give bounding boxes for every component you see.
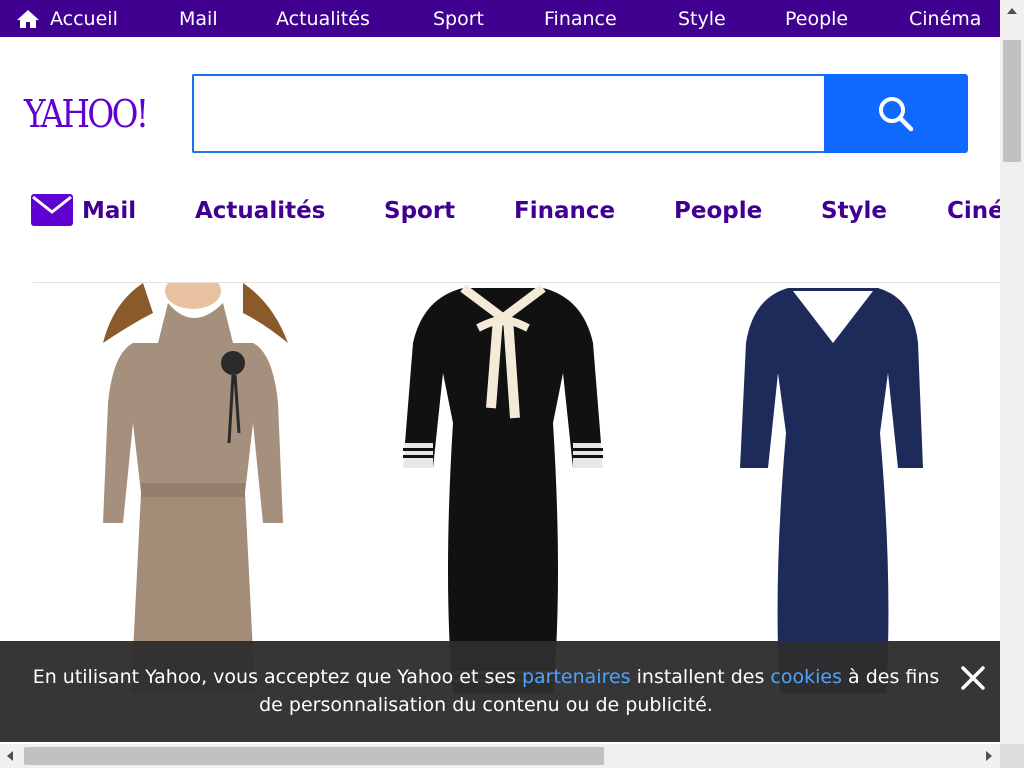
subnav-style-link[interactable]: Style — [821, 198, 887, 224]
ad-image-strip — [33, 282, 1000, 702]
vertical-scrollbar[interactable] — [1000, 0, 1024, 744]
secondary-navigation: Mail Actualités Sport Finance People Sty… — [0, 190, 1000, 234]
top-navigation-bar: Accueil Mail Actualités Sport Finance St… — [0, 0, 1000, 37]
cookie-consent-banner: En utilisant Yahoo, vous acceptez que Ya… — [0, 641, 1000, 742]
cookie-banner-text: En utilisant Yahoo, vous acceptez que Ya… — [30, 663, 970, 719]
black-dress-image[interactable] — [403, 283, 603, 702]
topnav-sport-link[interactable]: Sport — [433, 8, 484, 30]
subnav-people-link[interactable]: People — [674, 198, 762, 224]
beige-dress-image[interactable] — [73, 283, 333, 702]
yahoo-logo[interactable]: YAHOO! — [24, 92, 149, 136]
scroll-up-arrow-icon[interactable] — [1007, 8, 1017, 14]
partners-link[interactable]: partenaires — [522, 666, 631, 688]
cookie-text-part1: En utilisant Yahoo, vous acceptez que Ya… — [32, 666, 522, 688]
topnav-cinema-link[interactable]: Cinéma — [909, 8, 981, 30]
topnav-finance-link[interactable]: Finance — [544, 8, 617, 30]
home-icon — [17, 9, 39, 28]
close-icon[interactable] — [960, 665, 986, 691]
cookies-link[interactable]: cookies — [770, 666, 842, 688]
topnav-mail-link[interactable]: Mail — [179, 8, 218, 30]
navy-dress-image[interactable] — [738, 283, 928, 702]
vertical-scroll-thumb[interactable] — [1003, 40, 1021, 162]
subnav-sport-link[interactable]: Sport — [384, 198, 455, 224]
subnav-mail-link[interactable]: Mail — [82, 198, 136, 224]
horizontal-scrollbar[interactable] — [0, 744, 1000, 768]
search-icon — [879, 96, 914, 131]
subnav-news-link[interactable]: Actualités — [195, 198, 325, 224]
topnav-people-link[interactable]: People — [785, 8, 848, 30]
topnav-news-link[interactable]: Actualités — [276, 8, 370, 30]
search-input[interactable] — [192, 74, 826, 153]
horizontal-scroll-thumb[interactable] — [24, 747, 604, 765]
subnav-cinema-link[interactable]: Ciné — [947, 198, 1000, 224]
scrollbar-corner — [1000, 744, 1024, 768]
topnav-style-link[interactable]: Style — [678, 8, 726, 30]
topnav-home-link[interactable]: Accueil — [16, 8, 118, 30]
subnav-finance-link[interactable]: Finance — [514, 198, 615, 224]
scroll-left-arrow-icon[interactable] — [7, 751, 13, 761]
cookie-text-part2: installent des — [630, 666, 771, 688]
mail-icon[interactable] — [31, 194, 73, 226]
search-button[interactable] — [824, 74, 968, 153]
scroll-right-arrow-icon[interactable] — [986, 751, 992, 761]
topnav-home-label: Accueil — [50, 7, 118, 30]
